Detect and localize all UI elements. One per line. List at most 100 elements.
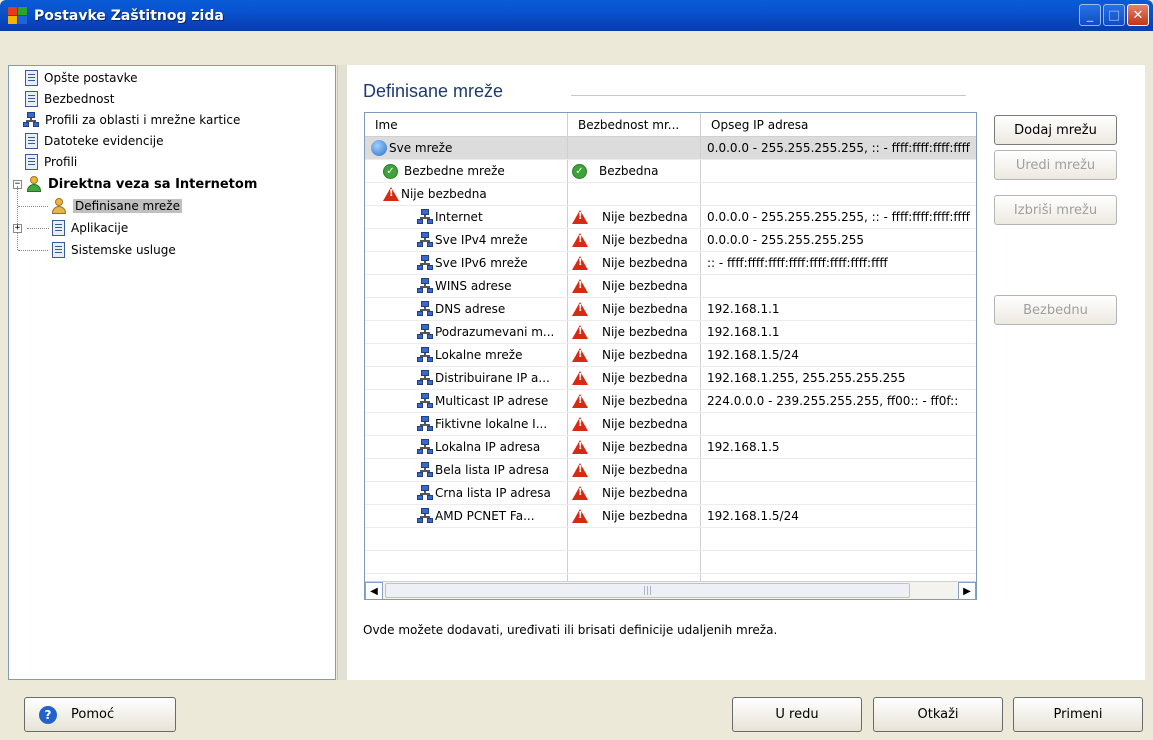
table-row[interactable]: DNS adrese Nije bezbedna 192.168.1.1 (365, 298, 976, 321)
cell-name: AMD PCNET Fa... (365, 505, 568, 527)
network-name: Multicast IP adrese (435, 394, 549, 408)
tree-item-label: Direktna veza sa Internetom (48, 176, 258, 192)
cell-name: Sve IPv6 mreže (365, 252, 568, 274)
tree-item-system-services[interactable]: Sistemske usluge (52, 240, 176, 260)
document-icon (52, 242, 65, 258)
cell-ip-range: 192.168.1.5/24 (701, 505, 976, 527)
document-icon (25, 70, 38, 86)
table-row[interactable]: Nije bezbedna (365, 183, 976, 206)
cell-name: Multicast IP adrese (365, 390, 568, 412)
ip-range: 192.168.1.5/24 (707, 509, 799, 523)
warning-icon (572, 279, 588, 293)
tree-item-applications[interactable]: + Aplikacije (13, 218, 128, 238)
help-button[interactable]: ? Pomoć (24, 697, 176, 732)
warning-icon (572, 325, 588, 339)
table-row[interactable]: WINS adrese Nije bezbedna (365, 275, 976, 298)
tree-item-profiles[interactable]: Profili (25, 152, 77, 172)
warning-icon (572, 210, 588, 224)
table-row[interactable]: Sve IPv4 mreže Nije bezbedna 0.0.0.0 - 255… (365, 229, 976, 252)
cell-security: Nije bezbedna (568, 229, 701, 251)
security-status: Nije bezbedna (602, 348, 688, 362)
maximize-button[interactable]: □ (1103, 4, 1125, 26)
ip-range: :: - ffff:ffff:ffff:ffff:ffff:ffff:ffff:… (707, 256, 888, 270)
horizontal-scrollbar[interactable]: ◀ ||| ▶ (365, 581, 976, 599)
table-row[interactable]: Fiktivne lokalne I... Nije bezbedna (365, 413, 976, 436)
scroll-thumb[interactable]: ||| (385, 583, 910, 598)
ip-range: 192.168.1.5/24 (707, 348, 799, 362)
ip-range: 0.0.0.0 - 255.255.255.255, :: - ffff:fff… (707, 141, 970, 155)
cell-security: Nije bezbedna (568, 413, 701, 435)
security-status: Nije bezbedna (602, 371, 688, 385)
minimize-button[interactable]: _ (1079, 4, 1101, 26)
settings-tree[interactable]: Opšte postavke Bezbednost Profili za obl… (8, 65, 336, 680)
edit-network-button[interactable]: Uredi mrežu (994, 150, 1117, 180)
column-header-name[interactable]: Ime (365, 113, 568, 137)
security-status: Nije bezbedna (602, 486, 688, 500)
network-name: Nije bezbedna (401, 187, 487, 201)
cell-security: Nije bezbedna (568, 344, 701, 366)
security-status: Nije bezbedna (602, 325, 688, 339)
ok-button[interactable]: U redu (732, 697, 862, 732)
cell-security: Nije bezbedna (568, 298, 701, 320)
network-icon (417, 508, 433, 524)
cell-name: Bela lista IP adresa (365, 459, 568, 481)
delete-network-button[interactable]: Izbriši mrežu (994, 195, 1117, 225)
security-status: Nije bezbedna (602, 233, 688, 247)
table-row[interactable]: Distribuirane IP a... Nije bezbedna 192.16… (365, 367, 976, 390)
network-name: Fiktivne lokalne I... (435, 417, 548, 431)
tree-item-log-files[interactable]: Datoteke evidencije (25, 131, 164, 151)
cell-name: Sve mreže (365, 137, 568, 159)
grid-rows: Sve mreže0.0.0.0 - 255.255.255.255, :: -… (365, 137, 976, 597)
tree-item-defined-networks[interactable]: Definisane mreže (51, 196, 182, 216)
table-row[interactable]: Lokalna IP adresa Nije bezbedna 192.168.1.… (365, 436, 976, 459)
scroll-right-icon[interactable]: ▶ (958, 582, 976, 599)
warning-icon (572, 371, 588, 385)
apply-button[interactable]: Primeni (1013, 697, 1143, 732)
table-row[interactable]: Sve IPv6 mreže Nije bezbedna:: - ffff:fff… (365, 252, 976, 275)
add-network-button[interactable]: Dodaj mrežu (994, 115, 1117, 145)
check-icon: ✓ (383, 163, 398, 179)
security-status: Nije bezbedna (602, 302, 688, 316)
network-icon (417, 278, 433, 294)
network-name: Lokalna IP adresa (435, 440, 541, 454)
warning-icon (572, 348, 588, 362)
network-icon (417, 462, 433, 478)
cell-name: Nije bezbedna (365, 183, 568, 205)
tree-item-security[interactable]: Bezbednost (25, 89, 114, 109)
table-row[interactable]: Bela lista IP adresa Nije bezbedna (365, 459, 976, 482)
tree-item-direct-connection[interactable]: − Direktna veza sa Internetom (13, 174, 257, 194)
cell-ip-range: 192.168.1.5/24 (701, 344, 976, 366)
warning-icon (572, 440, 588, 454)
app-logo-icon (8, 6, 28, 25)
panel-splitter[interactable] (337, 65, 347, 680)
table-row[interactable]: Podrazumevani m... Nije bezbedna 192.168.1… (365, 321, 976, 344)
cell-name: Lokalne mreže (365, 344, 568, 366)
table-row[interactable]: ✓ Bezbedne mreže ✓ Bezbedna (365, 160, 976, 183)
column-header-ip-range[interactable]: Opseg IP adresa (701, 113, 976, 137)
network-icon (417, 232, 433, 248)
table-row[interactable]: AMD PCNET Fa... Nije bezbedna 192.168.1.5/… (365, 505, 976, 528)
network-icon (417, 255, 433, 271)
table-row[interactable]: Lokalne mreže Nije bezbedna 192.168.1.5/24 (365, 344, 976, 367)
set-safe-button[interactable]: Bezbednu (994, 295, 1117, 325)
table-row[interactable]: Crna lista IP adresa Nije bezbedna (365, 482, 976, 505)
cell-ip-range: 0.0.0.0 - 255.255.255.255, :: - ffff:fff… (701, 206, 976, 228)
table-row[interactable]: Internet Nije bezbedna 0.0.0.0 - 255.255.2… (365, 206, 976, 229)
table-row[interactable]: Multicast IP adrese Nije bezbedna 224.0.0.… (365, 390, 976, 413)
cell-name: Lokalna IP adresa (365, 436, 568, 458)
scroll-left-icon[interactable]: ◀ (365, 582, 383, 599)
networks-grid[interactable]: Ime Bezbednost mr... Opseg IP adresa Sve… (364, 112, 977, 600)
tree-item-area-profiles[interactable]: Profili za oblasti i mrežne kartice (23, 110, 240, 130)
network-icon (417, 209, 433, 225)
network-name: Sve IPv4 mreže (435, 233, 528, 247)
expand-icon[interactable]: + (13, 223, 22, 233)
cancel-button[interactable]: Otkaži (873, 697, 1003, 732)
column-header-security[interactable]: Bezbednost mr... (568, 113, 701, 137)
warning-icon (572, 256, 588, 270)
ip-range: 192.168.1.5 (707, 440, 780, 454)
tree-item-general[interactable]: Opšte postavke (25, 68, 138, 88)
grid-header: Ime Bezbednost mr... Opseg IP adresa (365, 113, 976, 137)
table-row[interactable]: Sve mreže 0.0.0.0 - 255.255.255.255, :: -… (365, 137, 976, 160)
close-button[interactable]: ✕ (1127, 4, 1149, 26)
network-icon (417, 324, 433, 340)
